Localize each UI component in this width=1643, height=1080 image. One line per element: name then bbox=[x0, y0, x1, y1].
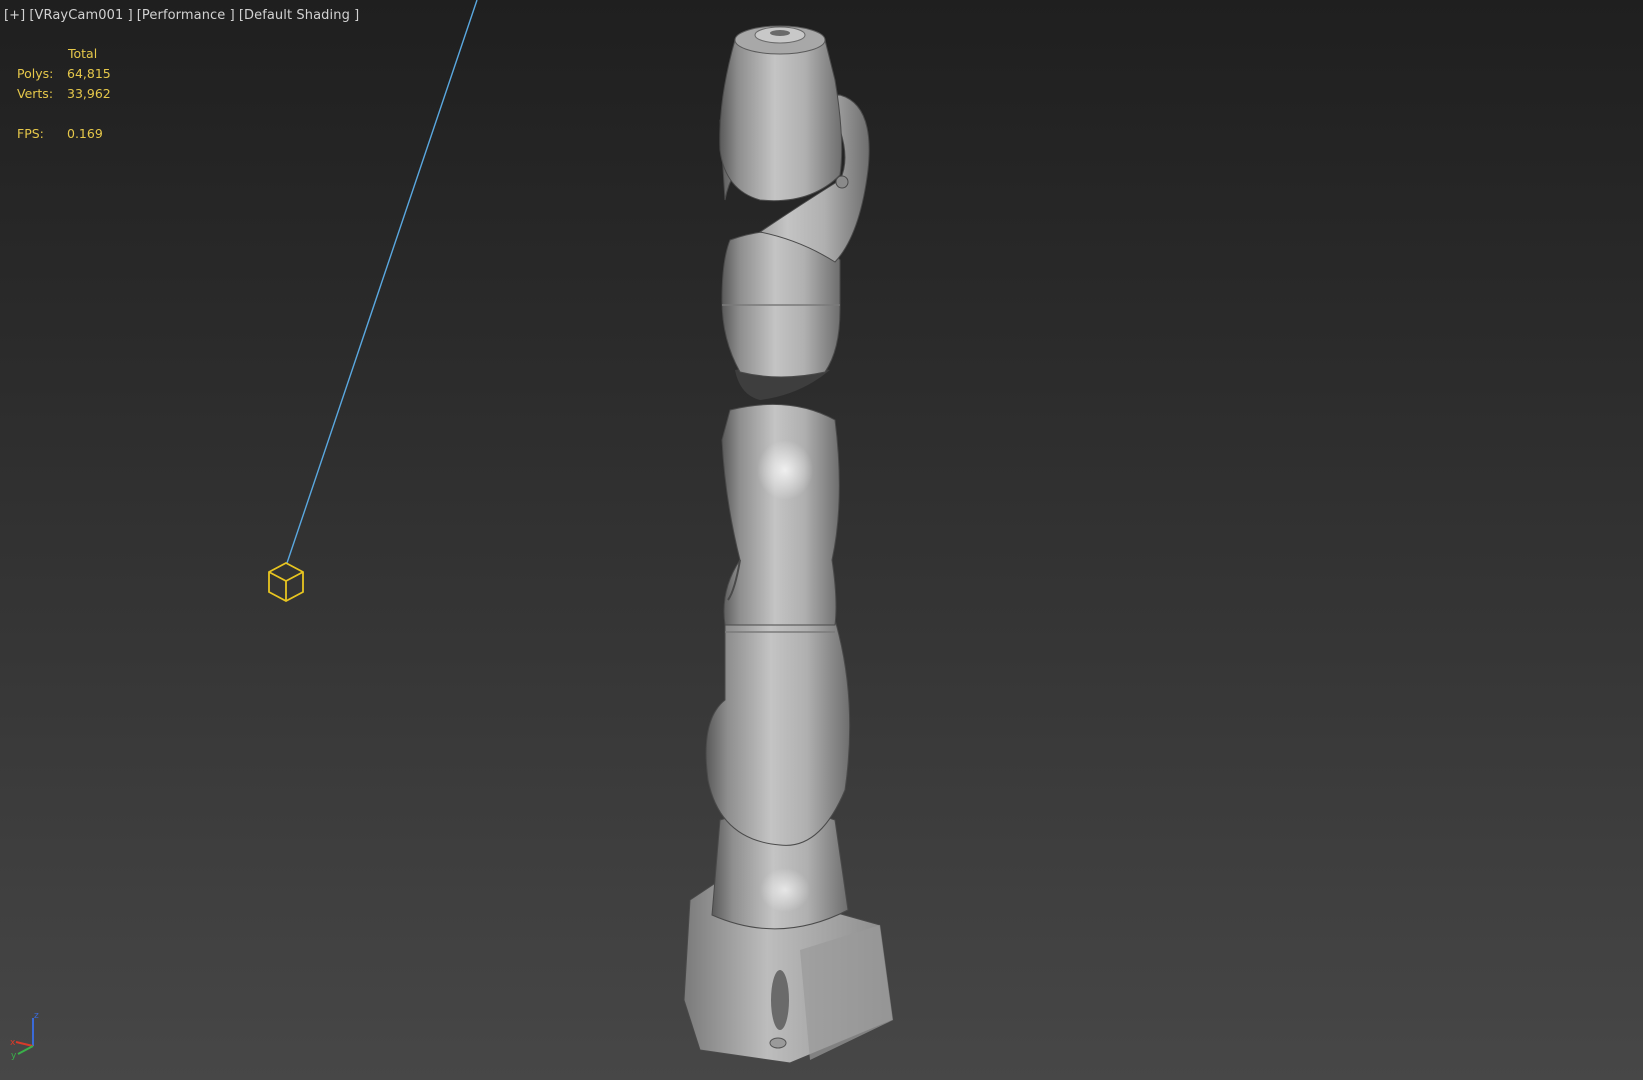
robot-middle-link bbox=[721, 403, 840, 626]
axis-y-label: y bbox=[11, 1051, 17, 1060]
robot-arm-model[interactable] bbox=[683, 25, 894, 1064]
viewport-scene[interactable] bbox=[0, 0, 1643, 1080]
camera-target-line bbox=[286, 0, 478, 564]
camera-target-cube-icon[interactable] bbox=[268, 561, 304, 603]
robot-lower-link bbox=[705, 619, 851, 846]
robot-head bbox=[719, 39, 843, 202]
axis-tripod-icon: z x y bbox=[10, 1011, 39, 1060]
axis-x-label: x bbox=[10, 1038, 16, 1048]
axis-z-label: z bbox=[34, 1011, 39, 1021]
